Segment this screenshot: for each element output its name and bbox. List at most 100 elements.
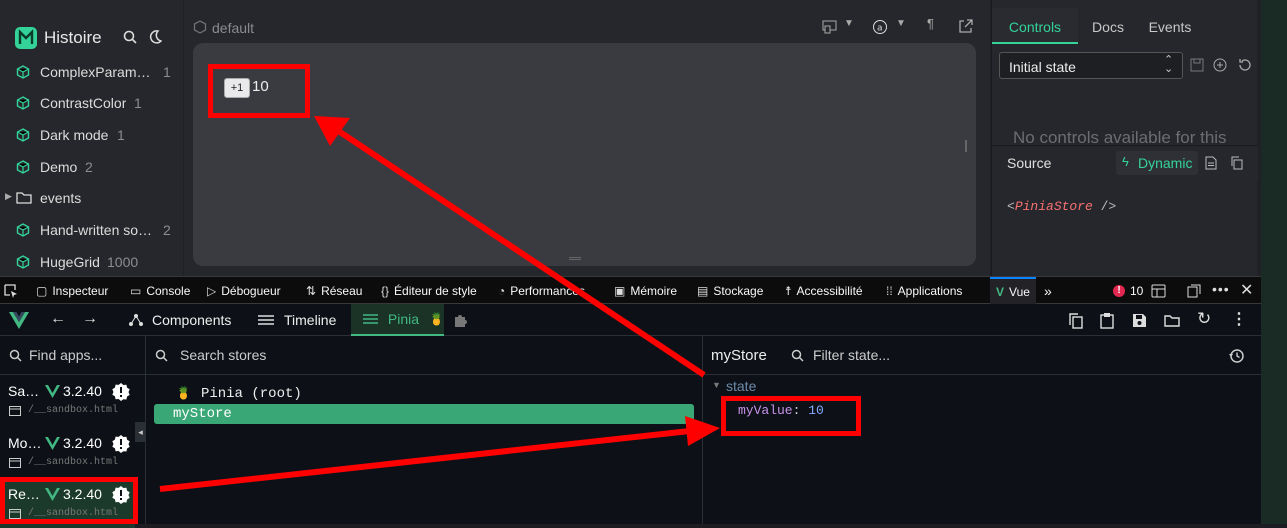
responsive-icon[interactable] [822, 20, 838, 34]
store-item-selected[interactable]: myStore [154, 404, 694, 424]
tree-folder[interactable]: ▶ events [0, 183, 183, 213]
dark-mode-icon[interactable] [148, 30, 162, 44]
copy-icon[interactable] [1069, 313, 1083, 329]
nav-components[interactable]: Components [128, 304, 231, 336]
app-name: Sa… [8, 383, 40, 399]
app-item[interactable]: Sa… 3.2.40 /__sandbox.html [0, 376, 135, 425]
reset-icon[interactable] [1237, 58, 1251, 72]
no-controls-wrap: No controls available for this [992, 120, 1258, 146]
app-item[interactable]: Re… 3.2.40 /__sandbox.html [0, 479, 135, 528]
search-icon[interactable] [123, 30, 137, 44]
nav-pinia[interactable]: Pinia 🍍 [351, 304, 444, 336]
devtools-tab-console[interactable]: ▭ Console [130, 277, 190, 305]
devtools-tab-performance[interactable]: ◔ Performances [498, 277, 585, 305]
state-inspector-header: myStore Filter state... [703, 336, 1261, 375]
folder-icon[interactable] [1164, 314, 1180, 327]
chevron-down-icon[interactable]: ▼ [844, 18, 854, 29]
find-apps-search[interactable]: Find apps... [0, 336, 146, 375]
back-icon[interactable]: ← [50, 310, 66, 328]
chevron-down-icon[interactable]: ▼ [896, 18, 906, 29]
vue-logo-icon [45, 437, 60, 450]
open-new-icon[interactable] [959, 19, 973, 33]
dynamic-toggle[interactable]: ϟ Dynamic [1116, 151, 1198, 175]
tab-controls[interactable]: Controls [992, 8, 1078, 44]
devtools-tab-inspector[interactable]: ▢ Inspecteur [36, 277, 108, 305]
state-select[interactable]: Initial state ⌃ ⌄ [999, 52, 1183, 79]
devtools-tab-label: Inspecteur [52, 284, 109, 298]
inspector-icon: ▢ [36, 284, 48, 298]
vue-logo-icon [9, 312, 29, 329]
devtools-tab-storage[interactable]: ▤ Stockage [697, 277, 763, 305]
tree-story[interactable]: Dark mode 1 [0, 120, 183, 150]
error-count[interactable]: ! 10 [1113, 277, 1143, 305]
tree-item-label: Demo [40, 159, 78, 175]
devtools-tab-style-editor[interactable]: {} Éditeur de style [381, 277, 477, 305]
store-root-label: Pinia (root) [200, 386, 302, 402]
tree-story[interactable]: Demo 2 [0, 152, 183, 182]
story-cube-icon [16, 160, 30, 174]
devtools-tab-network[interactable]: ⇅ Réseau [306, 277, 362, 305]
histoire-logo[interactable]: Histoire [14, 26, 102, 50]
variant-cube-icon [193, 20, 207, 34]
tree-story[interactable]: HugeGrid 1000 [0, 247, 183, 277]
memory-icon: ▣ [614, 284, 626, 298]
devtools-tab-accessibility[interactable]: ☨ Accessibilité [785, 277, 863, 305]
refresh-icon[interactable]: ↻ [1197, 309, 1211, 329]
story-cube-icon [16, 255, 30, 269]
pilcrow-icon[interactable]: ¶ [927, 16, 934, 31]
caret-right-icon: ▶ [5, 191, 12, 201]
store-root[interactable]: 🍍 Pinia (root) [176, 386, 302, 402]
stores-panel: Search stores 🍍 Pinia (root) myStore [146, 336, 703, 524]
dock-icon[interactable] [1187, 284, 1201, 298]
source-code: <PiniaStore /> [1007, 199, 1117, 214]
devtools-tab-memory[interactable]: ▣ Mémoire [614, 277, 677, 305]
app-version: 3.2.40 [63, 486, 102, 502]
state-field-myValue[interactable]: myValue: 10 [738, 403, 824, 418]
history-icon[interactable] [1229, 348, 1244, 363]
folder-icon [16, 192, 32, 204]
svg-text:a: a [877, 24, 883, 34]
nav-pinia-label: Pinia [387, 311, 420, 327]
applications-icon: ⁞⁞ [886, 284, 893, 298]
more-tabs-icon[interactable]: » [1044, 277, 1052, 305]
copy-icon[interactable] [1230, 156, 1244, 170]
clipboard-icon[interactable] [1100, 312, 1114, 329]
more-options-icon[interactable]: ••• [1212, 281, 1230, 297]
document-icon[interactable] [1205, 156, 1217, 170]
filter-state-input[interactable]: Filter state... [813, 347, 890, 363]
save-icon[interactable] [1132, 313, 1147, 328]
tree-story[interactable]: ComplexParame… 1 [0, 57, 183, 87]
tab-docs[interactable]: Docs [1088, 8, 1128, 44]
tree-story[interactable]: ContrastColor 1 [0, 88, 183, 118]
devtools-tab-applications[interactable]: ⁞⁞ Applications [886, 277, 962, 305]
resize-handle-horizontal[interactable] [569, 257, 581, 260]
collapse-handle-icon[interactable]: ◂ [135, 422, 146, 442]
caret-down-icon[interactable]: ▼ [712, 380, 721, 390]
more-vertical-icon[interactable]: ⋮ [1231, 309, 1247, 329]
devtools-tab-vue[interactable]: V Vue [990, 277, 1036, 305]
devtools-toolbar: ▢ Inspecteur ▭ Console ▷ Débogueur ⇅ Réseau {} Éd… [0, 276, 1287, 305]
increment-button[interactable]: +1 [224, 78, 250, 98]
close-icon[interactable]: ✕ [1240, 280, 1253, 300]
tab-events[interactable]: Events [1140, 8, 1200, 44]
tree-item-count: 1000 [107, 254, 139, 270]
nav-timeline[interactable]: Timeline [258, 304, 336, 336]
puzzle-icon[interactable] [453, 313, 468, 328]
background-icon[interactable]: a [872, 19, 888, 35]
split-console-icon[interactable] [1151, 284, 1166, 298]
forward-icon[interactable]: → [82, 310, 98, 328]
tree-story[interactable]: Hand-written so… 2 [0, 215, 183, 245]
story-cube-icon [16, 96, 30, 110]
app-item[interactable]: Mo… 3.2.40 /__sandbox.html [0, 428, 135, 477]
add-icon[interactable] [1213, 58, 1227, 72]
devtools-tab-debugger[interactable]: ▷ Débogueur [207, 277, 281, 305]
performance-icon: ◔ [498, 284, 506, 298]
save-icon[interactable] [1190, 58, 1204, 72]
story-cube-icon [16, 65, 30, 79]
preview-canvas [193, 43, 976, 266]
story-cube-icon [16, 223, 30, 237]
tree-item-count: 1 [134, 95, 142, 111]
element-picker-icon[interactable] [4, 284, 18, 298]
search-stores[interactable]: Search stores [146, 336, 703, 375]
resize-handle-vertical[interactable] [965, 140, 967, 152]
